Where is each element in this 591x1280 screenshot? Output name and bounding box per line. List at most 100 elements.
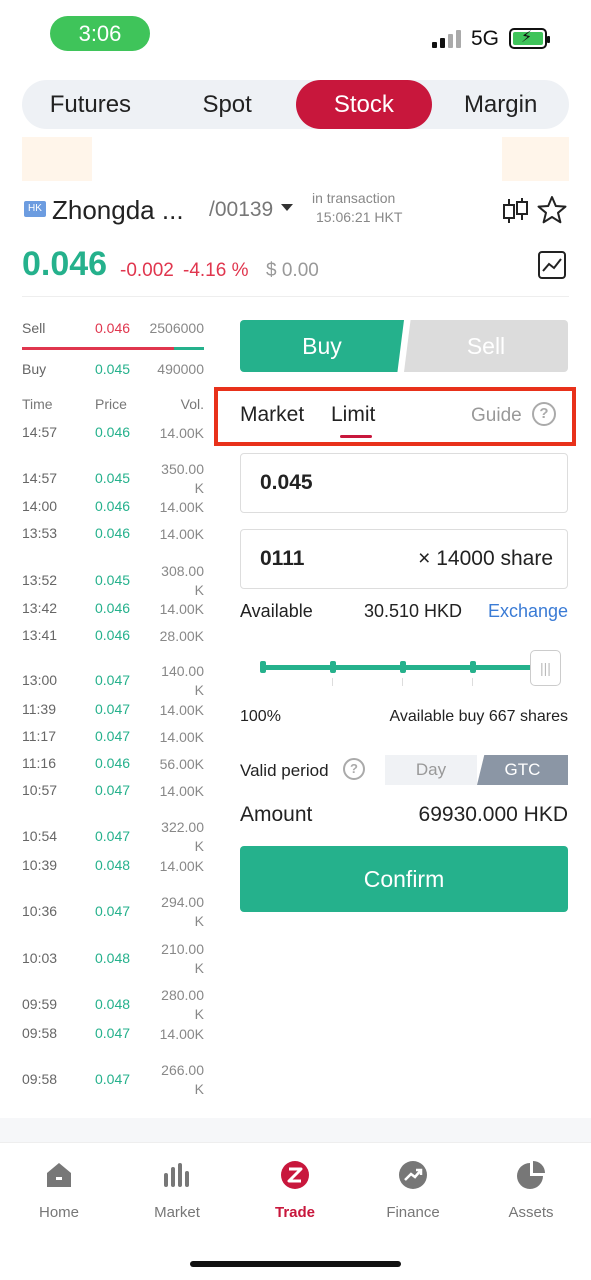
- status-time: 3:06: [50, 16, 150, 51]
- nav-finance[interactable]: Finance: [363, 1159, 463, 1221]
- tab-spot[interactable]: Spot: [159, 80, 296, 129]
- trade-price: 0.047: [95, 903, 131, 919]
- chevron-down-icon[interactable]: [281, 204, 293, 211]
- banner[interactable]: [22, 137, 569, 181]
- price-change-percent: -4.16 %: [183, 260, 249, 281]
- available-buy-shares: Available buy 667 shares: [389, 708, 569, 725]
- buy-toggle[interactable]: Buy: [240, 320, 404, 372]
- confirm-button[interactable]: Confirm: [240, 846, 568, 912]
- trade-price: 0.046: [95, 525, 131, 541]
- lot-size-label: × 14000 share: [418, 547, 553, 570]
- trade-volume: 14.00K: [159, 526, 204, 542]
- trade-time: 14:57: [22, 470, 58, 486]
- section-separator: [0, 1118, 591, 1142]
- last-price: 0.046: [22, 245, 108, 283]
- slider-track: [262, 665, 534, 670]
- trade-time: 11:17: [22, 728, 56, 744]
- trade-time: 13:52: [22, 572, 58, 588]
- market-icon: [164, 1163, 189, 1187]
- help-icon[interactable]: ?: [532, 402, 556, 426]
- price-input[interactable]: 0.045: [240, 453, 568, 513]
- candlestick-icon[interactable]: [500, 196, 530, 226]
- help-icon[interactable]: ?: [343, 758, 365, 780]
- order-type-market[interactable]: Market: [240, 403, 304, 427]
- stock-code[interactable]: /00139: [209, 198, 273, 222]
- slider-node[interactable]: [260, 661, 266, 673]
- trade-time: 10:36: [22, 903, 58, 919]
- trade-volume: 308.00 K: [161, 563, 204, 598]
- trade-time: 10:03: [22, 950, 58, 966]
- valid-period-row: Valid period ? Day GTC: [240, 755, 568, 785]
- quantity-input[interactable]: 0111 × 14000 share: [240, 529, 568, 589]
- trade-price: 0.048: [95, 996, 131, 1012]
- nav-market[interactable]: Market: [127, 1159, 227, 1221]
- bid-row[interactable]: Buy 0.045 490000: [22, 359, 204, 381]
- slider-thumb[interactable]: |||: [530, 650, 561, 686]
- sell-toggle[interactable]: Sell: [404, 320, 568, 372]
- chart-icon[interactable]: [537, 250, 567, 280]
- trade-volume: 28.00K: [159, 628, 204, 644]
- market-type-tabs: Futures Spot Stock Margin: [22, 80, 569, 129]
- order-type-selector: Market Limit Guide ?: [214, 387, 576, 446]
- nav-assets[interactable]: Assets: [481, 1159, 581, 1221]
- slider-node[interactable]: [470, 661, 476, 673]
- trade-time: 09:59: [22, 996, 58, 1012]
- amount-row: Amount 69930.000 HKD: [240, 803, 568, 831]
- guide-link[interactable]: Guide: [471, 405, 522, 427]
- valid-option-gtc[interactable]: GTC: [477, 755, 568, 785]
- trade-price: 0.045: [95, 470, 131, 486]
- battery-icon: ⚡: [509, 28, 550, 49]
- trade-volume: 322.00 K: [161, 819, 204, 854]
- trade-price: 0.048: [95, 857, 131, 873]
- finance-icon: [399, 1161, 427, 1189]
- trade-time: 13:42: [22, 600, 58, 616]
- divider: [22, 296, 569, 297]
- trade-price: 0.046: [95, 498, 131, 514]
- valid-period-label: Valid period: [240, 761, 329, 780]
- assets-icon: [517, 1161, 545, 1189]
- slider-node[interactable]: [400, 661, 406, 673]
- stock-header: HK Zhongda ... /00139 in transaction 15:…: [22, 190, 569, 234]
- stock-name[interactable]: Zhongda ...: [52, 195, 184, 226]
- bottom-nav: Home Market Trade Finance Assets: [0, 1142, 591, 1280]
- trade-time: 11:39: [22, 701, 56, 717]
- nav-trade[interactable]: Trade: [245, 1159, 345, 1221]
- trade-volume: 210.00 K: [161, 941, 204, 976]
- position-value: $ 0.00: [266, 260, 319, 281]
- active-tab-indicator: [340, 435, 372, 438]
- tab-stock[interactable]: Stock: [295, 80, 433, 129]
- star-icon[interactable]: [536, 194, 568, 226]
- trade-price: 0.047: [95, 728, 131, 744]
- trade-price: 0.048: [95, 950, 131, 966]
- trade-volume: 140.00 K: [161, 663, 204, 698]
- trade-price: 0.046: [95, 600, 131, 616]
- signal-icon: [432, 30, 462, 48]
- status-bar: 3:06 5G ⚡: [0, 0, 591, 70]
- trade-time: 10:54: [22, 828, 58, 844]
- trade-volume: 280.00 K: [161, 987, 204, 1022]
- recent-trades: Time Price Vol. 14:57 0.046 14.00K 14:57 0.0…: [22, 396, 204, 1097]
- trade-price: 0.046: [95, 627, 131, 643]
- price-value: 0.045: [260, 471, 313, 494]
- tab-futures[interactable]: Futures: [22, 80, 159, 129]
- trade-time: 13:53: [22, 525, 58, 541]
- trade-time: 09:58: [22, 1025, 58, 1041]
- valid-option-day[interactable]: Day: [385, 755, 477, 785]
- tab-margin[interactable]: Margin: [432, 80, 569, 129]
- trade-time: 10:57: [22, 782, 58, 798]
- order-type-limit[interactable]: Limit: [331, 403, 375, 427]
- nav-home[interactable]: Home: [9, 1159, 109, 1221]
- trade-volume: 14.00K: [159, 1026, 204, 1042]
- trade-volume: 14.00K: [159, 601, 204, 617]
- position-slider[interactable]: |||: [258, 650, 564, 686]
- slider-percent: 100%: [240, 708, 281, 725]
- ask-row[interactable]: Sell 0.046 2506000: [22, 318, 204, 340]
- price-change: -0.002: [120, 260, 174, 281]
- trade-price: 0.047: [95, 701, 131, 717]
- market-badge: HK: [24, 201, 46, 217]
- exchange-link[interactable]: Exchange: [488, 601, 568, 622]
- trade-price: 0.047: [95, 782, 131, 798]
- trade-volume: 266.00 K: [161, 1062, 204, 1097]
- slider-node[interactable]: [330, 661, 336, 673]
- trade-time: 11:16: [22, 755, 56, 771]
